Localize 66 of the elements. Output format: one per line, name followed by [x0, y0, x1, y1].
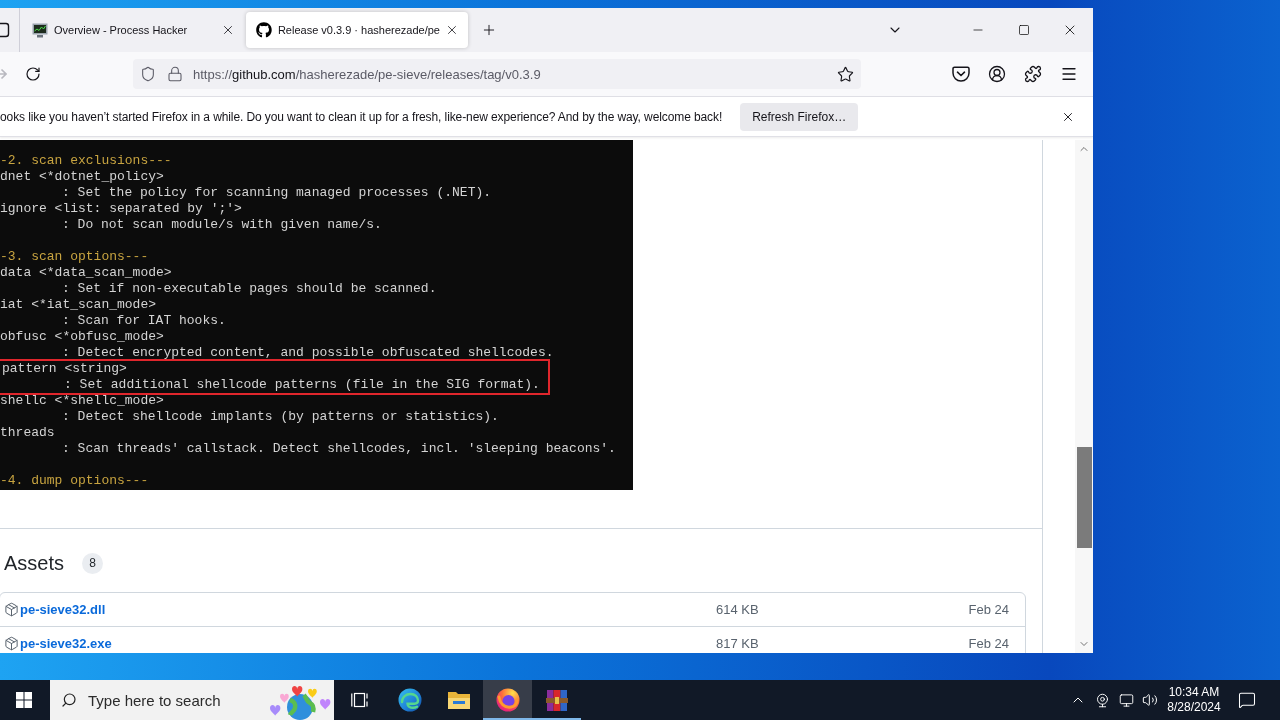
archive-books-icon	[544, 688, 569, 712]
package-icon	[4, 602, 19, 617]
asset-size: 614 KB	[716, 602, 760, 617]
asset-count: 8	[82, 552, 104, 574]
option-description: : Scan threads' callstack. Detect shellcodes, incl. 'sleeping beacons'.	[62, 441, 616, 457]
menu-icon[interactable]	[1060, 65, 1078, 83]
section-heading: -3. scan options---	[0, 249, 149, 265]
shield-icon[interactable]	[140, 66, 156, 82]
package-icon	[4, 636, 19, 651]
option-name: data <*data_scan_mode>	[0, 265, 172, 281]
option-description: : Do not scan module/s with given name/s.	[62, 217, 382, 233]
scrollbar-track[interactable]	[1075, 140, 1093, 653]
bookmark-star-icon[interactable]	[837, 65, 854, 83]
network-icon[interactable]	[1118, 692, 1134, 708]
github-icon	[256, 22, 272, 38]
windows-logo-icon[interactable]	[16, 692, 32, 708]
option-name: pattern <string>	[2, 361, 127, 377]
url-field[interactable]: https://github.com/hasherezade/pe-sieve/releases/tag/v0.3.9	[133, 59, 861, 89]
option-description: : Detect shellcode implants (by patterns or statistics).	[62, 409, 499, 425]
window-icon[interactable]	[0, 22, 10, 38]
extensions-icon[interactable]	[1024, 65, 1042, 83]
close-icon[interactable]	[221, 23, 235, 37]
asset-date: Feb 24	[968, 636, 1009, 651]
new-tab-icon[interactable]	[481, 22, 497, 38]
assets-heading: Assets	[4, 551, 65, 576]
notification-message: ooks like you haven’t started Firefox in a while. Do you want to clean it up for a fresh, like-new experience? And by the way, welcome back!	[0, 109, 723, 124]
browser-tab[interactable]: Release v0.3.9 · hasherezade/pe	[246, 12, 468, 48]
reload-icon[interactable]	[25, 66, 41, 82]
firefox-icon	[495, 688, 520, 712]
edge-icon	[397, 688, 422, 712]
scrollbar-thumb[interactable]	[1076, 447, 1092, 548]
section-heading: -4. dump options---	[0, 473, 149, 489]
option-description: : Set additional shellcode patterns (file in the SIG format).	[64, 377, 540, 393]
folder-icon	[446, 690, 471, 710]
taskbar-button[interactable]	[483, 680, 532, 720]
option-name: dnet <*dotnet_policy>	[0, 169, 164, 185]
option-description: : Detect encrypted content, and possible obfuscated shellcodes.	[62, 345, 554, 361]
task-view-icon	[350, 692, 371, 708]
option-name: ignore <list: separated by ';'>	[0, 201, 242, 217]
refresh-firefox-button[interactable]: Refresh Firefox…	[740, 102, 859, 131]
option-description: : Scan for IAT hooks.	[62, 313, 226, 329]
search-icon	[61, 692, 77, 708]
monitor-icon	[32, 22, 48, 38]
option-description: : Set the policy for scanning managed processes (.NET).	[62, 185, 492, 201]
account-icon[interactable]	[988, 65, 1006, 83]
browser-tab[interactable]: Overview - Process Hacker	[22, 12, 244, 48]
asset-link[interactable]: pe-sieve32.dll	[20, 602, 106, 617]
lock-icon[interactable]	[167, 66, 183, 82]
close-icon[interactable]	[445, 23, 459, 37]
option-name: threads	[0, 425, 55, 441]
maximize-icon[interactable]	[1018, 24, 1030, 36]
asset-size: 817 KB	[716, 636, 760, 651]
option-description: : Set if non-executable pages should be scanned.	[62, 281, 437, 297]
option-name: shellc <*shellc_mode>	[0, 393, 164, 409]
option-name: obfusc <*obfusc_mode>	[0, 329, 164, 345]
volume-icon[interactable]	[1142, 692, 1158, 708]
option-name: iat <*iat_scan_mode>	[0, 297, 157, 313]
clock-time[interactable]: 10:34 AM	[1168, 685, 1220, 700]
camera-icon[interactable]	[1094, 692, 1110, 708]
section-heading: -2. scan exclusions---	[0, 153, 172, 169]
asset-link[interactable]: pe-sieve32.exe	[20, 636, 112, 651]
search-field[interactable]: Type here to search	[50, 680, 334, 720]
pocket-icon[interactable]	[952, 65, 970, 83]
clock-date[interactable]: 8/28/2024	[1167, 700, 1221, 715]
notification-icon[interactable]	[1238, 691, 1256, 709]
asset-date: Feb 24	[968, 602, 1009, 617]
